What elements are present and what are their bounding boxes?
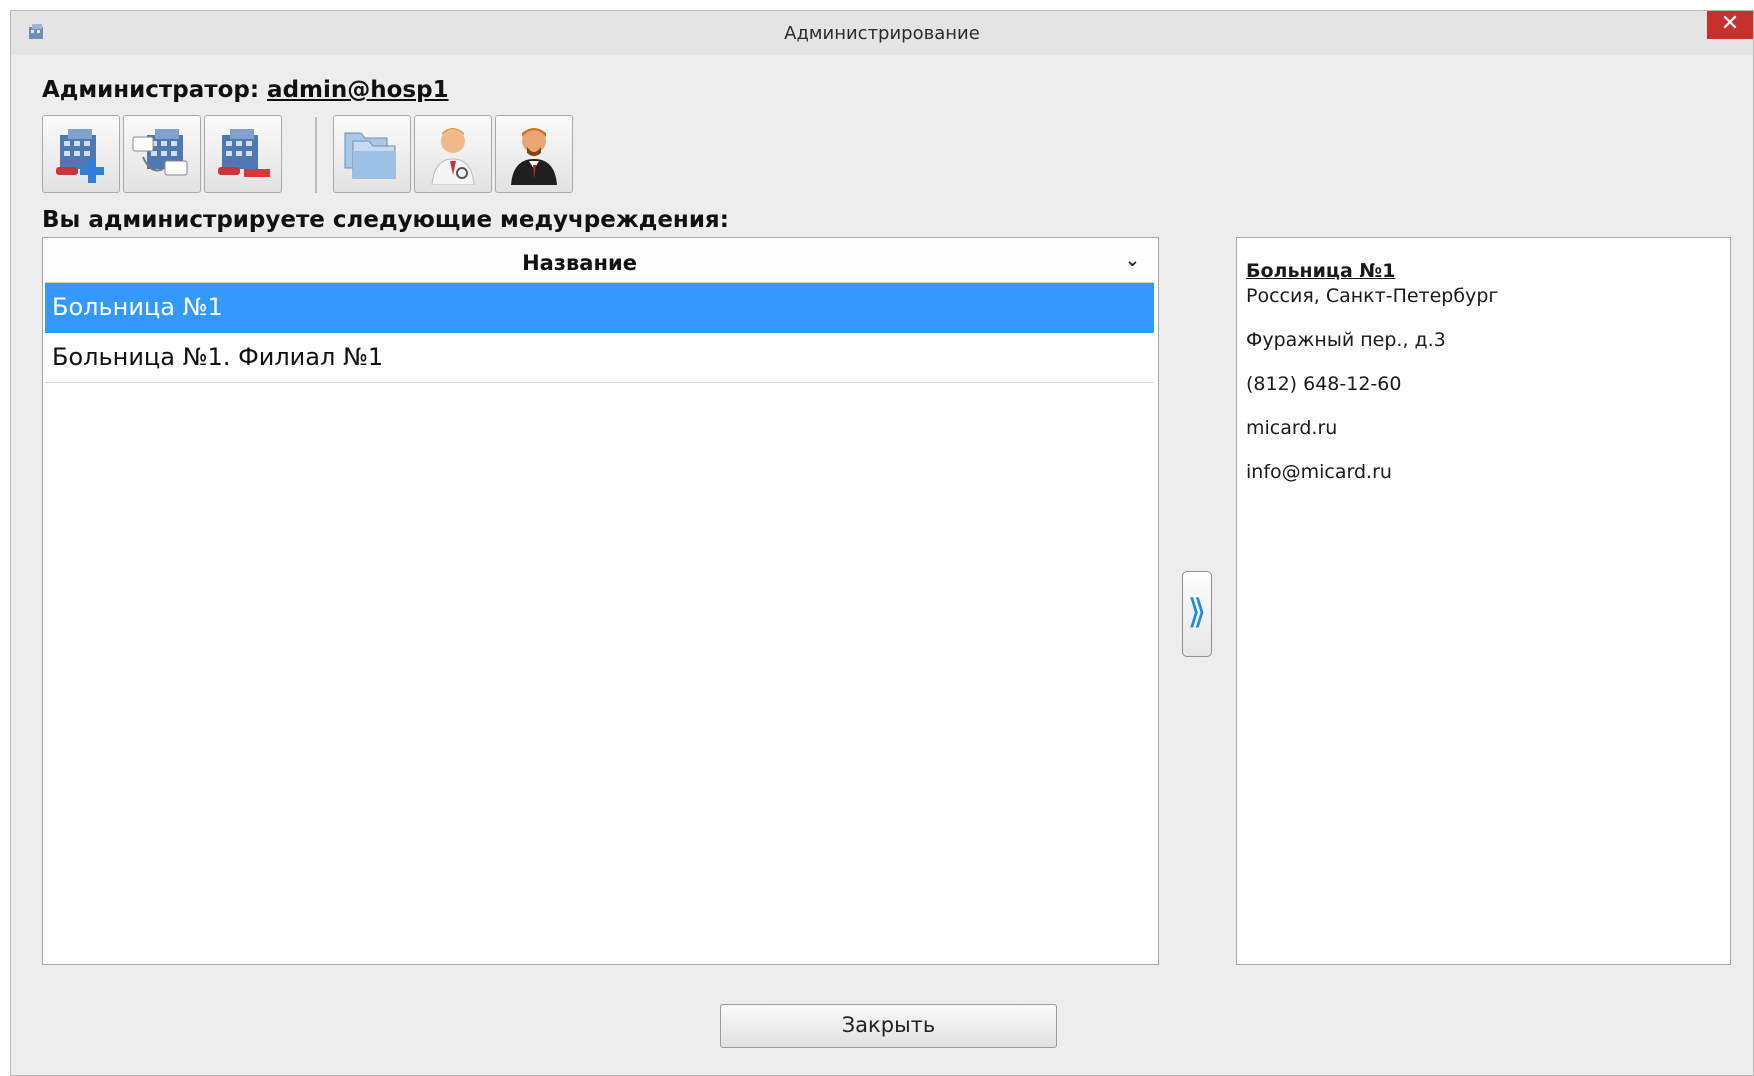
administrator-label: Администратор: [42, 77, 260, 103]
details-site: micard.ru [1246, 417, 1338, 439]
details-location: Россия, Санкт-Петербург [1246, 285, 1499, 307]
details-address: Фуражный пер., д.3 [1246, 329, 1446, 351]
doctor-icon [431, 128, 475, 185]
remove-hospital-button[interactable] [204, 115, 282, 193]
folders-button[interactable] [333, 115, 411, 193]
details-title: Больница №1 [1246, 260, 1396, 282]
rename-hospital-button[interactable] [123, 115, 201, 193]
details-phone: (812) 648-12-60 [1246, 373, 1402, 395]
column-header-label: Название [522, 251, 637, 275]
column-header-name[interactable]: Название ⌄ [45, 240, 1154, 283]
double-chevron-right-icon: ⟫ [1187, 592, 1207, 632]
details-email: info@micard.ru [1246, 461, 1392, 483]
institution-details-panel: Больница №1 Россия, Санкт-Петербург Фура… [1236, 237, 1731, 965]
close-window-button[interactable]: ✕ [1707, 11, 1753, 39]
manager-icon [511, 128, 557, 185]
remove-hospital-icon [218, 129, 270, 177]
manager-button[interactable] [495, 115, 573, 193]
admin-window: Администрирование ✕ Администратор: admin@… [10, 10, 1754, 1076]
close-button[interactable]: Закрыть [720, 1004, 1057, 1048]
folders-icon [344, 132, 396, 179]
window-title: Администрирование [784, 23, 980, 44]
list-item[interactable]: Больница №1. Филиал №1 [45, 333, 1154, 383]
doctors-button[interactable] [414, 115, 492, 193]
add-hospital-icon [56, 129, 104, 183]
chevron-down-icon[interactable]: ⌄ [1125, 250, 1140, 271]
close-icon: ✕ [1720, 11, 1740, 36]
list-item[interactable]: Больница №1 [45, 283, 1154, 333]
rename-hospital-icon [132, 129, 188, 176]
toolbar-separator [315, 117, 317, 193]
expand-details-button[interactable]: ⟫ [1182, 571, 1212, 657]
institutions-list[interactable]: Название ⌄ Больница №1 Больница №1. Фили… [42, 237, 1159, 965]
title-bar[interactable]: Администрирование ✕ [11, 11, 1753, 55]
administrator-line: Администратор: admin@hosp1 [42, 77, 449, 103]
administrator-login-link[interactable]: admin@hosp1 [267, 77, 449, 103]
add-hospital-button[interactable] [42, 115, 120, 193]
section-label: Вы администрируете следующие медучрежден… [42, 207, 729, 233]
